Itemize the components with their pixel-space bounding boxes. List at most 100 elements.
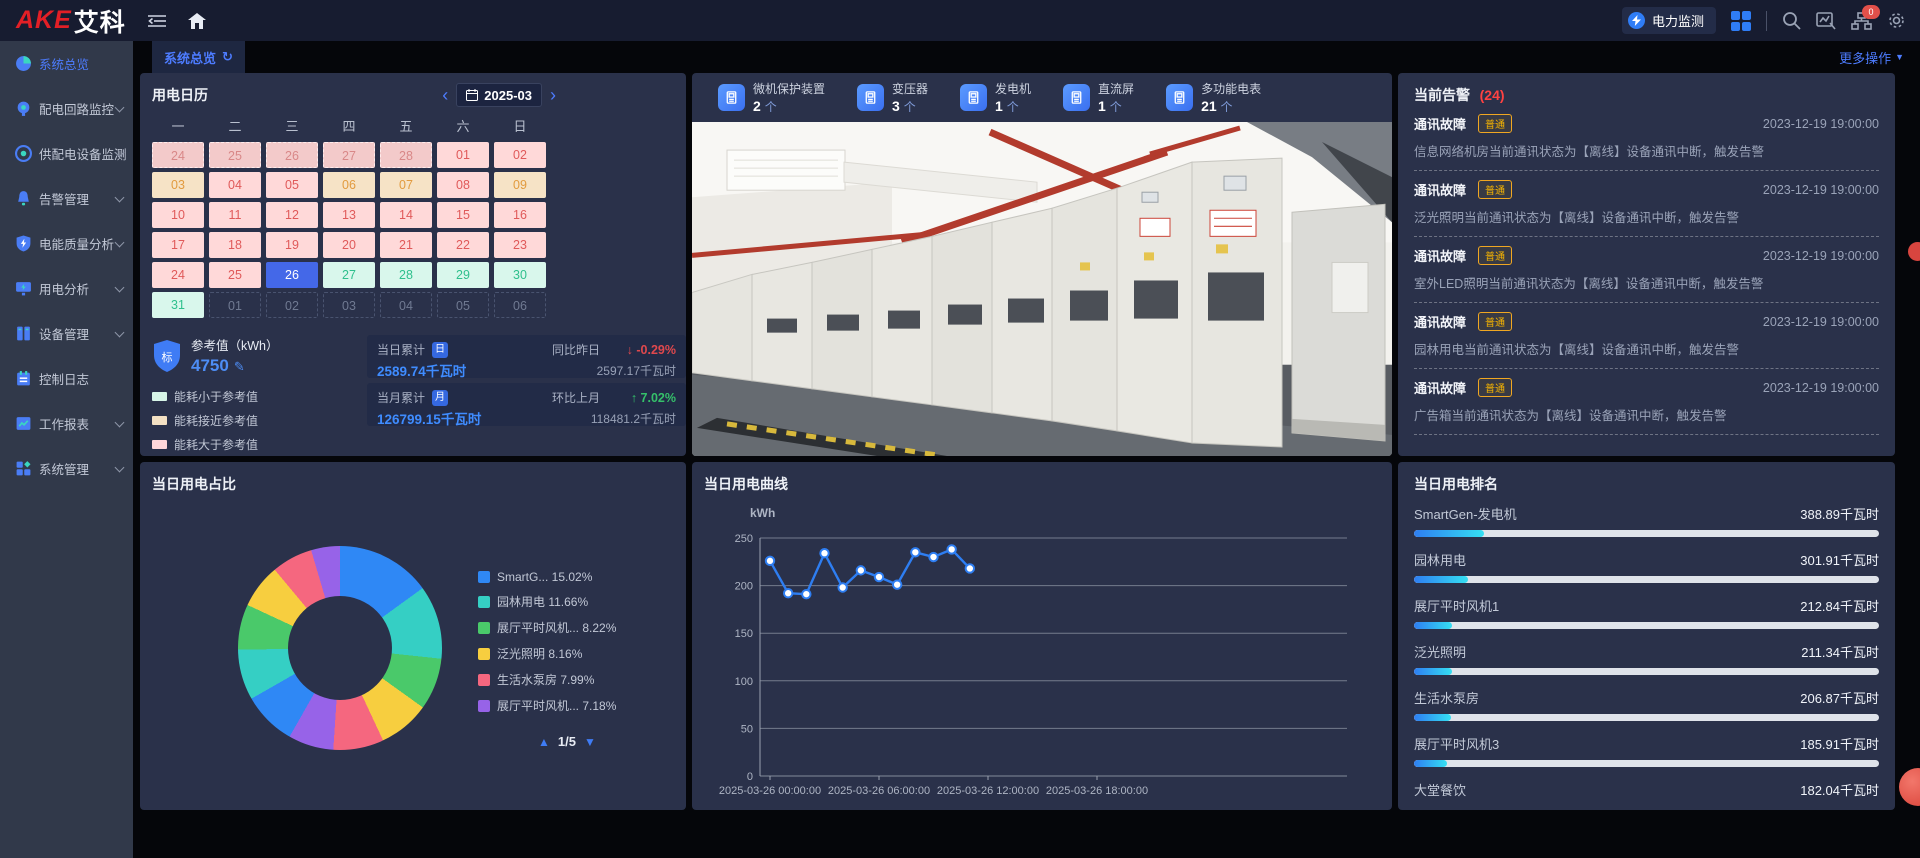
usage-donut-chart[interactable] [238, 546, 442, 750]
calendar-day-cell[interactable]: 29 [437, 262, 489, 288]
sidebar-item-power-quality[interactable]: 电能质量分析 [0, 221, 133, 266]
calendar-day-cell[interactable]: 02 [494, 142, 546, 168]
sidebar-item-equipment-monitor[interactable]: 供配电设备监测 [0, 131, 133, 176]
pie-legend-item[interactable]: 生活水泵房 7.99% [478, 671, 616, 688]
report-icon[interactable] [1816, 12, 1836, 30]
calendar-day-cell[interactable]: 05 [266, 172, 318, 198]
calendar-day-cell[interactable]: 05 [437, 292, 489, 318]
sidebar-item-device-manage[interactable]: 设备管理 [0, 311, 133, 356]
calendar-day-cell[interactable]: 25 [209, 262, 261, 288]
calendar-day-cell[interactable]: 15 [437, 202, 489, 228]
search-icon[interactable] [1782, 11, 1801, 30]
sidebar-item-alarm-manage[interactable]: 告警管理 [0, 176, 133, 221]
pie-legend-item[interactable]: 园林用电 11.66% [478, 593, 616, 610]
collapse-sidebar-icon[interactable] [148, 14, 166, 28]
rank-item: 大堂餐饮 182.04千瓦时 [1414, 780, 1879, 800]
alarm-item[interactable]: 通讯故障 普通 2023-12-19 19:00:00 信息网络机房当前通讯状态… [1414, 105, 1879, 171]
next-month-arrow[interactable]: › [550, 88, 556, 102]
calendar-legend: 能耗小于参考值 能耗接近参考值 能耗大于参考值 [152, 388, 357, 453]
calendar-day-cell[interactable]: 11 [209, 202, 261, 228]
rank-bar [1414, 622, 1879, 629]
alarm-level-badge: 普通 [1478, 180, 1512, 199]
calendar-day-cell[interactable]: 10 [152, 202, 204, 228]
calendar-day-cell[interactable]: 30 [494, 262, 546, 288]
calendar-day-cell[interactable]: 08 [437, 172, 489, 198]
power-monitor-button[interactable]: 电力监测 [1622, 7, 1716, 34]
alarm-item[interactable]: 通讯故障 普通 2023-12-19 19:00:00 广告箱当前通讯状态为【离… [1414, 369, 1879, 435]
calendar-day-cell[interactable]: 01 [209, 292, 261, 318]
calendar-day-cell[interactable]: 26 [266, 262, 318, 288]
sidebar-item-circuit-monitor[interactable]: 配电回路监控 [0, 86, 133, 131]
sidebar-item-system-manage[interactable]: 系统管理 [0, 446, 133, 491]
calendar-day-cell[interactable]: 22 [437, 232, 489, 258]
calendar-day-cell[interactable]: 06 [494, 292, 546, 318]
calendar-day-cell[interactable]: 14 [380, 202, 432, 228]
calendar-day-cell[interactable]: 03 [323, 292, 375, 318]
pager-up-icon[interactable]: ▲ [538, 735, 550, 749]
pager-down-icon[interactable]: ▼ [584, 735, 596, 749]
pie-legend-item[interactable]: 展厅平时风机... 7.18% [478, 697, 616, 714]
device-name: 变压器 [892, 80, 928, 97]
calendar-day-cell[interactable]: 28 [380, 262, 432, 288]
pie-legend-item[interactable]: 泛光照明 8.16% [478, 645, 616, 662]
svg-text:2025-03-26 18:00:00: 2025-03-26 18:00:00 [1046, 785, 1148, 797]
calendar-day-cell[interactable]: 25 [209, 142, 261, 168]
tab-system-overview[interactable]: 系统总览 ↻ [152, 41, 245, 73]
calendar-day-cell[interactable]: 02 [266, 292, 318, 318]
alarm-item[interactable]: 通讯故障 普通 2023-12-19 19:00:00 室外LED照明当前通讯状… [1414, 237, 1879, 303]
edit-icon[interactable]: ✎ [234, 359, 245, 374]
calendar-day-cell[interactable]: 27 [323, 262, 375, 288]
chevron-down-icon [115, 102, 125, 112]
monthly-total-card: 当月累计 月 环比上月 ↑ 7.02% 126799.15千瓦时 118481.… [367, 383, 686, 426]
sidebar-item-usage-analysis[interactable]: 用电分析 [0, 266, 133, 311]
calendar-day-cell[interactable]: 27 [323, 142, 375, 168]
calendar-day-cell[interactable]: 24 [152, 142, 204, 168]
apps-grid-icon[interactable] [1731, 11, 1751, 31]
pie-legend-item[interactable]: SmartG... 15.02% [478, 570, 616, 584]
calendar-day-cell[interactable]: 04 [209, 172, 261, 198]
calendar-day-cell[interactable]: 16 [494, 202, 546, 228]
pie-legend-item[interactable]: 展厅平时风机... 8.22% [478, 619, 616, 636]
sidebar-item-label: 系统总览 [39, 54, 89, 73]
alarm-item[interactable]: 通讯故障 普通 2023-12-19 19:00:00 园林用电当前通讯状态为【… [1414, 303, 1879, 369]
calendar-day-cell[interactable]: 24 [152, 262, 204, 288]
calendar-day-cell[interactable]: 06 [323, 172, 375, 198]
calendar-grid: 2425262728010203040506070809101112131415… [152, 142, 556, 318]
topology-icon[interactable]: 0 [1851, 12, 1872, 30]
calendar-day-cell[interactable]: 21 [380, 232, 432, 258]
calendar-day-cell[interactable]: 09 [494, 172, 546, 198]
calendar-day-cell[interactable]: 18 [209, 232, 261, 258]
refresh-icon[interactable]: ↻ [222, 49, 233, 65]
home-icon[interactable] [188, 13, 206, 29]
calendar-day-cell[interactable]: 12 [266, 202, 318, 228]
calendar-day-cell[interactable]: 03 [152, 172, 204, 198]
svg-text:kWh: kWh [750, 506, 775, 520]
calendar-day-cell[interactable]: 23 [494, 232, 546, 258]
sidebar-item-work-report[interactable]: 工作报表 [0, 401, 133, 446]
rank-name: 大堂餐饮 [1414, 780, 1466, 799]
calendar-day-cell[interactable]: 28 [380, 142, 432, 168]
change-percent: ↓ -0.29% [614, 343, 676, 357]
calendar-day-cell[interactable]: 26 [266, 142, 318, 168]
device-stat: 多功能电表 21 个 [1166, 80, 1261, 115]
sidebar-item-control-log[interactable]: 控制日志 [0, 356, 133, 401]
transformer-icon [857, 84, 884, 111]
alarm-item[interactable]: 通讯故障 普通 2023-12-19 19:00:00 泛光照明当前通讯状态为【… [1414, 171, 1879, 237]
gear-icon[interactable] [1887, 11, 1906, 30]
alarms-title: 当前告警 [1414, 87, 1470, 103]
sidebar-item-overview[interactable]: 系统总览 [0, 41, 133, 86]
calendar-day-cell[interactable]: 19 [266, 232, 318, 258]
prev-month-arrow[interactable]: ‹ [442, 88, 448, 102]
calendar-day-cell[interactable]: 31 [152, 292, 204, 318]
calendar-day-cell[interactable]: 01 [437, 142, 489, 168]
calendar-day-cell[interactable]: 04 [380, 292, 432, 318]
standard-shield-icon: 标 [152, 339, 182, 373]
calendar-day-cell[interactable]: 13 [323, 202, 375, 228]
calendar-day-cell[interactable]: 07 [380, 172, 432, 198]
more-actions-button[interactable]: 更多操作 ▼ [1839, 48, 1904, 67]
edge-alert-dot[interactable] [1908, 242, 1920, 261]
calendar-day-cell[interactable]: 17 [152, 232, 204, 258]
svg-text:100: 100 [735, 676, 753, 688]
calendar-day-cell[interactable]: 20 [323, 232, 375, 258]
month-picker[interactable]: 2025-03 [456, 83, 542, 107]
